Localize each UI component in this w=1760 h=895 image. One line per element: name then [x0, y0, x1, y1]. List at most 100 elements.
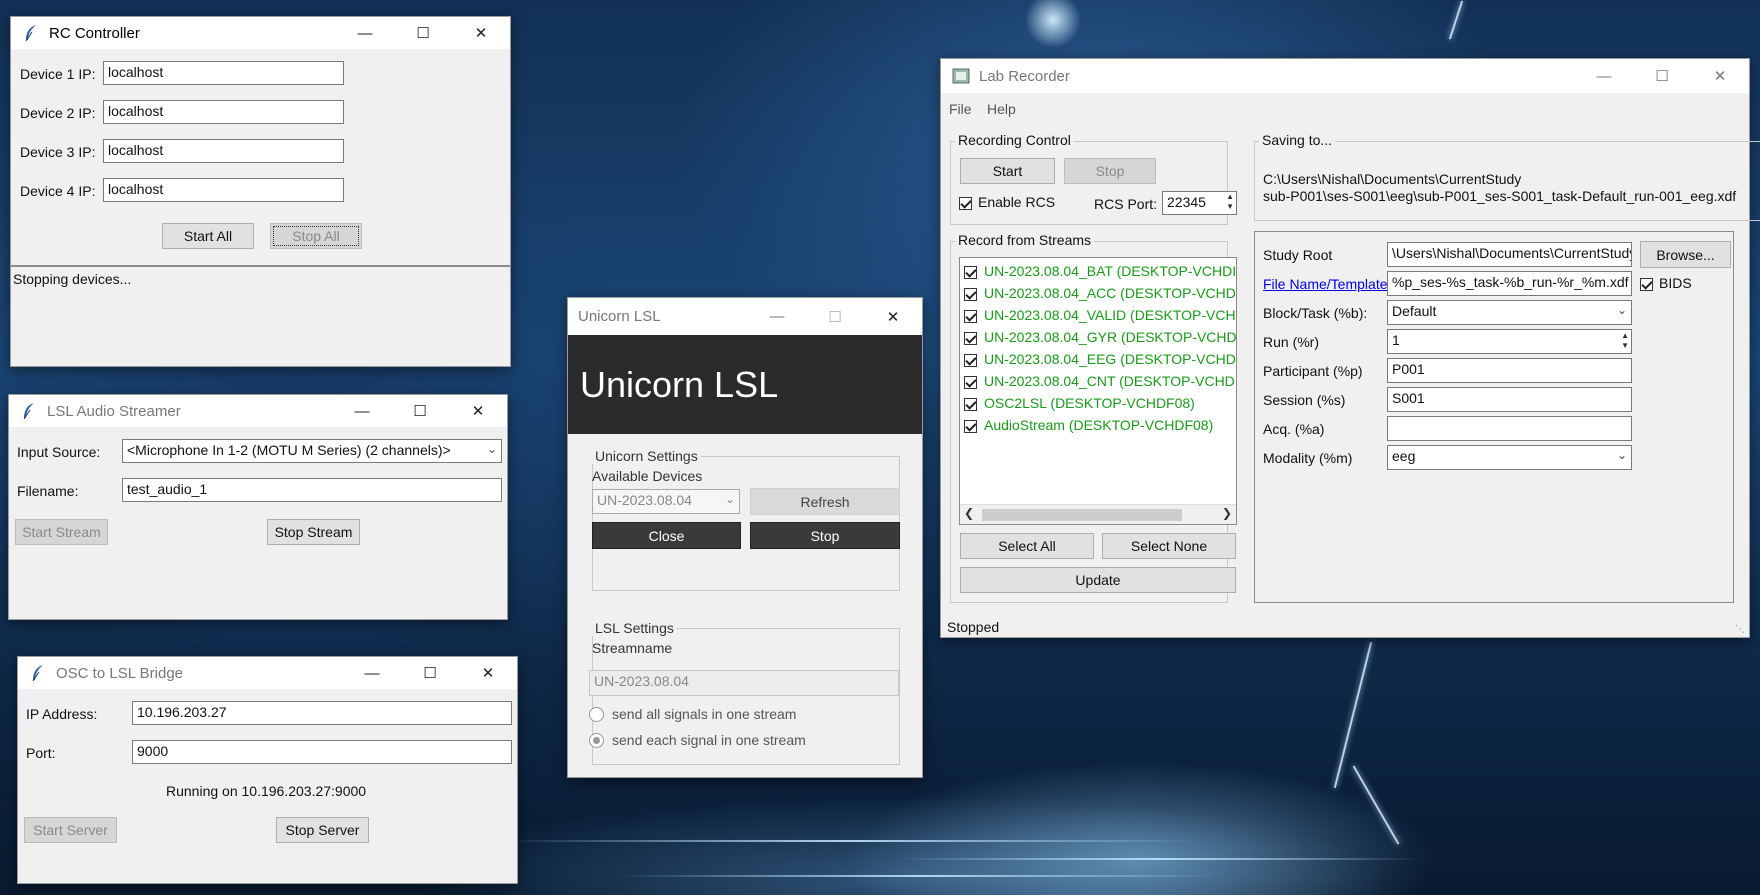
- file-template-input[interactable]: %p_ses-%s_task-%b_run-%r_%m.xdf: [1387, 271, 1632, 296]
- ip-address-input[interactable]: 10.196.203.27: [132, 701, 512, 725]
- session-input[interactable]: S001: [1387, 387, 1632, 412]
- device-1-ip-input[interactable]: localhost: [103, 61, 344, 85]
- save-path-line-2: sub-P001\ses-S001\eeg\sub-P001_ses-S001_…: [1263, 188, 1737, 204]
- bids-checkbox[interactable]: BIDS: [1640, 275, 1692, 291]
- maximize-button[interactable]: ☐: [806, 298, 864, 335]
- study-root-label: Study Root: [1263, 247, 1333, 263]
- unicorn-titlebar: Unicorn LSL — ☐ ✕: [568, 298, 922, 335]
- stream-item[interactable]: AudioStream (DESKTOP-VCHDF08): [960, 414, 1236, 436]
- stop-device-button[interactable]: Stop: [750, 522, 900, 549]
- minimize-button[interactable]: —: [336, 17, 394, 49]
- stream-item[interactable]: UN-2023.08.04_BAT (DESKTOP-VCHDI: [960, 260, 1236, 282]
- device-2-label: Device 2 IP:: [20, 105, 96, 121]
- rcs-port-spinbox[interactable]: 22345 ▲ ▼: [1162, 191, 1237, 215]
- checkbox-checked: [959, 196, 972, 210]
- streamname-input[interactable]: UN-2023.08.04: [589, 670, 899, 696]
- minimize-button[interactable]: —: [748, 298, 806, 335]
- study-root-input[interactable]: \Users\Nishal\Documents\CurrentStudy: [1387, 242, 1632, 267]
- close-button[interactable]: ✕: [452, 17, 510, 49]
- checkbox-checked: [964, 419, 977, 433]
- window-title: Lab Recorder: [979, 67, 1070, 85]
- stream-name: UN-2023.08.04_CNT (DESKTOP-VCHD: [984, 373, 1235, 389]
- stream-item[interactable]: OSC2LSL (DESKTOP-VCHDF08): [960, 392, 1236, 414]
- file-name-template-link[interactable]: File Name/Template: [1263, 276, 1388, 292]
- minimize-button[interactable]: —: [343, 657, 401, 689]
- device-dropdown[interactable]: UN-2023.08.04 ⌄: [592, 489, 740, 514]
- acq-input[interactable]: [1387, 416, 1632, 441]
- input-source-dropdown[interactable]: <Microphone In 1-2 (MOTU M Series) (2 ch…: [122, 439, 502, 463]
- start-all-button[interactable]: Start All: [162, 223, 254, 249]
- filename-input[interactable]: test_audio_1: [122, 478, 502, 502]
- bids-label: BIDS: [1659, 275, 1692, 291]
- update-button[interactable]: Update: [960, 567, 1236, 593]
- start-stream-button[interactable]: Start Stream: [15, 519, 108, 545]
- stream-item[interactable]: UN-2023.08.04_GYR (DESKTOP-VCHDI: [960, 326, 1236, 348]
- participant-input[interactable]: P001: [1387, 358, 1632, 383]
- device-1-label: Device 1 IP:: [20, 66, 96, 82]
- lab-titlebar: Lab Recorder — ☐ ✕: [941, 59, 1749, 93]
- lightning-bolt: [1448, 0, 1464, 40]
- run-spinbox[interactable]: 1 ▲ ▼: [1387, 329, 1632, 354]
- stop-stream-button[interactable]: Stop Stream: [267, 519, 360, 545]
- close-button[interactable]: ✕: [1691, 59, 1749, 93]
- stream-list[interactable]: UN-2023.08.04_BAT (DESKTOP-VCHDI UN-2023…: [959, 257, 1237, 525]
- block-task-dropdown[interactable]: Default ⌄: [1387, 300, 1632, 325]
- device-2-ip-input[interactable]: localhost: [103, 100, 344, 124]
- osc-to-lsl-bridge-window: OSC to LSL Bridge — ☐ ✕ IP Address: 10.1…: [17, 656, 518, 884]
- acq-label: Acq. (%a): [1263, 421, 1325, 437]
- status-separator: [11, 265, 510, 267]
- block-task-value: Default: [1392, 303, 1437, 319]
- device-4-ip-input[interactable]: localhost: [103, 178, 344, 202]
- enable-rcs-checkbox[interactable]: Enable RCS: [959, 194, 1055, 210]
- run-label: Run (%r): [1263, 334, 1320, 350]
- stream-name: AudioStream (DESKTOP-VCHDF08): [984, 417, 1214, 433]
- close-device-button[interactable]: Close: [592, 522, 741, 549]
- rcs-port-label: RCS Port:: [1094, 196, 1158, 212]
- stream-name: UN-2023.08.04_EEG (DESKTOP-VCHDI: [984, 351, 1237, 367]
- radio-each-signal[interactable]: send each signal in one stream: [589, 732, 806, 748]
- refresh-button[interactable]: Refresh: [750, 488, 900, 515]
- select-none-button[interactable]: Select None: [1102, 533, 1236, 559]
- available-devices-label: Available Devices: [592, 468, 703, 484]
- close-button[interactable]: ✕: [449, 395, 507, 427]
- menu-help[interactable]: Help: [987, 101, 1016, 117]
- maximize-button[interactable]: ☐: [1633, 59, 1691, 93]
- maximize-button[interactable]: ☐: [391, 395, 449, 427]
- start-server-button[interactable]: Start Server: [24, 817, 117, 843]
- scroll-left-icon[interactable]: ❮: [964, 506, 974, 520]
- horizontal-scrollbar[interactable]: ❮ ❯: [960, 504, 1236, 524]
- osc-status-text: Running on 10.196.203.27:9000: [166, 783, 367, 799]
- minimize-button[interactable]: —: [333, 395, 391, 427]
- maximize-button[interactable]: ☐: [401, 657, 459, 689]
- resize-grip-icon[interactable]: ⋱: [1735, 624, 1745, 635]
- scroll-right-icon[interactable]: ❯: [1222, 506, 1232, 520]
- stream-item[interactable]: UN-2023.08.04_CNT (DESKTOP-VCHD: [960, 370, 1236, 392]
- osc-titlebar: OSC to LSL Bridge — ☐ ✕: [18, 657, 517, 689]
- start-recording-button[interactable]: Start: [960, 158, 1055, 184]
- feather-icon: [19, 401, 39, 421]
- lightning-bolt: [1352, 765, 1400, 845]
- modality-dropdown[interactable]: eeg ⌄: [1387, 445, 1632, 470]
- browse-button[interactable]: Browse...: [1640, 241, 1731, 268]
- close-button[interactable]: ✕: [459, 657, 517, 689]
- stop-all-button[interactable]: Stop All: [270, 223, 362, 249]
- device-3-ip-input[interactable]: localhost: [103, 139, 344, 163]
- stream-item[interactable]: UN-2023.08.04_VALID (DESKTOP-VCH: [960, 304, 1236, 326]
- feather-icon: [28, 663, 48, 683]
- radio-all-signals[interactable]: send all signals in one stream: [589, 706, 796, 722]
- stop-server-button[interactable]: Stop Server: [276, 817, 369, 843]
- scrollbar-thumb[interactable]: [982, 509, 1182, 521]
- port-input[interactable]: 9000: [132, 740, 512, 764]
- maximize-button[interactable]: ☐: [394, 17, 452, 49]
- minimize-button[interactable]: —: [1575, 59, 1633, 93]
- select-all-button[interactable]: Select All: [960, 533, 1094, 559]
- menu-file[interactable]: File: [949, 101, 972, 117]
- stream-item[interactable]: UN-2023.08.04_EEG (DESKTOP-VCHDI: [960, 348, 1236, 370]
- close-button[interactable]: ✕: [864, 298, 922, 335]
- lab-recorder-icon: [951, 66, 971, 86]
- radio-button: [589, 706, 604, 722]
- recording-control-title: Recording Control: [955, 132, 1074, 148]
- stream-item[interactable]: UN-2023.08.04_ACC (DESKTOP-VCHD: [960, 282, 1236, 304]
- stop-recording-button[interactable]: Stop: [1064, 158, 1156, 184]
- rcs-port-value: 22345: [1167, 194, 1206, 210]
